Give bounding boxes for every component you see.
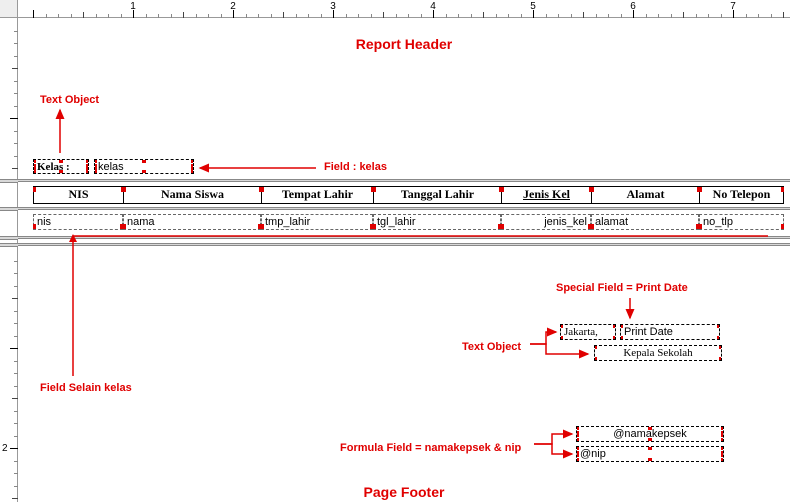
col-no-telepon[interactable]: No Telepon [699,186,784,204]
detail-section[interactable]: nis nama tmp_lahir tgl_lahir jenis_kel a… [18,212,790,234]
col-tempat-lahir[interactable]: Tempat Lahir [261,186,373,204]
page-header-section[interactable]: NIS Nama Siswa Tempat Lahir Tanggal Lahi… [18,184,790,206]
field-nis[interactable]: nis [33,214,123,230]
col-nis[interactable]: NIS [33,186,123,204]
text-object-kepala-sekolah[interactable]: Kepala Sekolah [594,345,722,361]
field-jenis-kel[interactable]: jenis_kel [501,214,591,230]
field-content: kelas [98,161,124,173]
section-divider[interactable] [18,243,790,246]
report-designer-canvas: 1234567 2 Report Header Text Object Kela… [0,0,790,502]
field-kelas[interactable]: kelas [94,159,194,174]
anno-text-object: Text Object [40,94,99,106]
anno-field-selain-kelas: Field Selain kelas [40,382,132,394]
col-tanggal-lahir[interactable]: Tanggal Lahir [373,186,501,204]
col-jenis-kel[interactable]: Jenis Kel [501,186,591,204]
formula-field-nip[interactable]: @nip [576,446,724,462]
special-field-print-date[interactable]: Print Date [620,324,720,340]
section-divider[interactable] [18,236,790,239]
col-alamat[interactable]: Alamat [591,186,699,204]
page-footer-title: Page Footer [18,484,790,500]
section-divider[interactable] [18,179,790,182]
section-divider[interactable] [18,207,790,210]
anno-special-field: Special Field = Print Date [556,282,688,294]
detail-row: nis nama tmp_lahir tgl_lahir jenis_kel a… [33,214,784,230]
anno-field-kelas: Field : kelas [324,161,387,173]
column-header-row: NIS Nama Siswa Tempat Lahir Tanggal Lahi… [33,186,784,204]
report-header-title: Report Header [18,36,790,52]
page-footer-section[interactable]: Special Field = Print Date Text Object F… [18,248,790,502]
design-surface[interactable]: Report Header Text Object Kelas : kelas … [18,18,790,502]
anno-formula-field: Formula Field = namakepsek & nip [340,442,521,454]
field-nama[interactable]: nama [123,214,261,230]
anno-text-object-footer: Text Object [462,341,521,353]
field-alamat[interactable]: alamat [591,214,699,230]
field-tgl-lahir[interactable]: tgl_lahir [373,214,501,230]
text-object-content: Kelas : [37,161,70,173]
field-tmp-lahir[interactable]: tmp_lahir [261,214,373,230]
field-no-tlp[interactable]: no_tlp [699,214,784,230]
horizontal-ruler[interactable]: 1234567 [18,0,790,18]
text-object-jakarta[interactable]: Jakarta, [560,324,616,340]
formula-field-namakepsek[interactable]: @namakepsek [576,426,724,442]
report-header-section[interactable]: Report Header Text Object Kelas : kelas … [18,18,790,176]
ruler-corner [0,0,18,18]
vertical-ruler[interactable]: 2 [0,18,18,502]
col-nama[interactable]: Nama Siswa [123,186,261,204]
text-object-kelas-label[interactable]: Kelas : [33,159,89,174]
